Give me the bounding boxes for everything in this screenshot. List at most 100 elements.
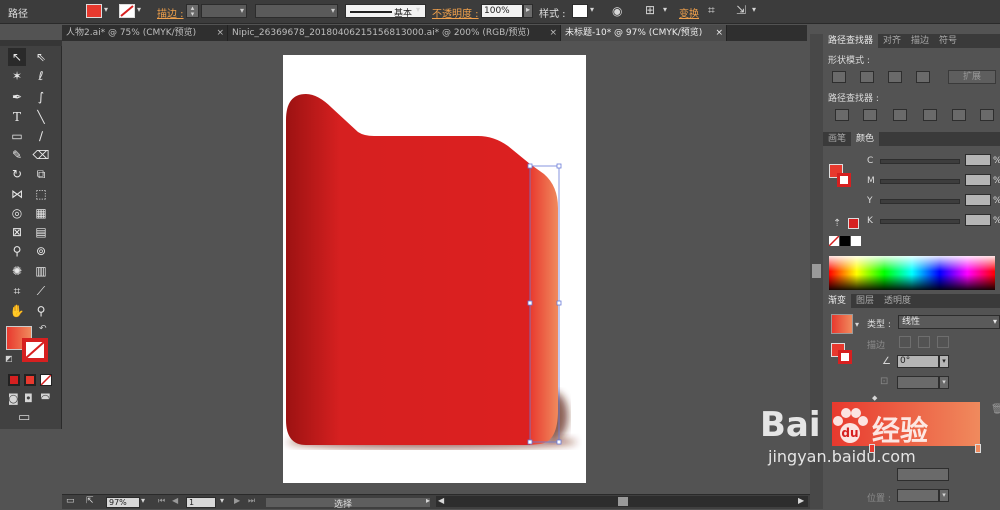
tab-document-3[interactable]: 未标题-10* @ 97% (CMYK/预览) ×	[561, 25, 727, 41]
channel-k-value[interactable]	[965, 214, 991, 226]
paintbrush-tool-icon[interactable]: ∕	[32, 127, 50, 145]
scroll-left-icon[interactable]: ◀	[438, 496, 444, 505]
shape-builder-tool-icon[interactable]: ◎	[8, 204, 26, 222]
direct-selection-tool-icon[interactable]: ⇖	[32, 48, 50, 66]
slice-tool-icon[interactable]: ⟋	[32, 282, 50, 300]
minus-front-button[interactable]	[860, 71, 874, 83]
stroke-along-icon[interactable]	[918, 336, 930, 348]
scrollbar-thumb[interactable]	[812, 264, 821, 278]
tab-color[interactable]: 颜色	[851, 132, 880, 146]
white-swatch[interactable]	[851, 236, 861, 246]
gradient-type-dropdown[interactable]: 线性 ▾	[898, 315, 1000, 329]
tab-stroke[interactable]: 描边	[906, 36, 934, 46]
blend-tool-icon[interactable]: ⊚	[32, 242, 50, 260]
tab-symbols[interactable]: 符号	[934, 36, 962, 46]
stroke-weight-label[interactable]: 描边 :	[157, 5, 184, 20]
chevron-down-icon[interactable]: ▾	[416, 5, 420, 14]
location-input[interactable]	[897, 489, 939, 502]
channel-y-value[interactable]	[965, 194, 991, 206]
stroke-across-icon[interactable]	[937, 336, 949, 348]
toolbox-grip[interactable]	[0, 40, 62, 46]
chevron-down-icon[interactable]: ▾	[590, 5, 594, 14]
scrollbar-thumb[interactable]	[618, 497, 628, 506]
eyedropper-tool-icon[interactable]: ⚲	[8, 242, 26, 260]
graphic-style-swatch[interactable]	[572, 4, 588, 18]
type-tool-icon[interactable]: T	[8, 108, 26, 126]
share-icon[interactable]: ⇱	[86, 496, 94, 506]
stroke-swatch[interactable]	[119, 4, 135, 18]
brush-style-dropdown[interactable]: 基本	[345, 4, 426, 19]
symbol-sprayer-tool-icon[interactable]: ✺	[8, 262, 26, 280]
pencil-tool-icon[interactable]: ✎	[8, 146, 26, 164]
free-transform-tool-icon[interactable]: ⬚	[32, 185, 50, 203]
default-colors-icon[interactable]: ◩	[5, 354, 13, 363]
variable-width-dropdown[interactable]: ▾	[255, 4, 338, 18]
scale-tool-icon[interactable]: ⧉	[32, 165, 50, 183]
exclude-button[interactable]	[916, 71, 930, 83]
trim-button[interactable]	[863, 109, 877, 121]
chevron-down-icon[interactable]: ▾	[939, 489, 949, 502]
fill-swatch[interactable]	[86, 4, 102, 18]
minus-back-button[interactable]	[980, 109, 994, 121]
gamut-swatch[interactable]	[848, 218, 859, 229]
column-graph-tool-icon[interactable]: ▥	[32, 262, 50, 280]
tab-transparency[interactable]: 透明度	[879, 296, 916, 306]
crop-button[interactable]	[923, 109, 937, 121]
curvature-tool-icon[interactable]: ∫	[32, 88, 50, 106]
transform-link[interactable]: 变换	[679, 5, 699, 20]
tab-brushes[interactable]: 画笔	[823, 134, 851, 144]
draw-inside-icon[interactable]: ◚	[40, 392, 51, 405]
divide-button[interactable]	[835, 109, 849, 121]
align-grid-icon[interactable]: ⊞	[645, 3, 655, 17]
next-page-icon[interactable]: ▶	[234, 496, 240, 505]
perspective-grid-tool-icon[interactable]: ▦	[32, 204, 50, 222]
chevron-down-icon[interactable]: ▾	[939, 355, 949, 368]
tab-layers[interactable]: 图层	[851, 296, 879, 306]
channel-c-slider[interactable]	[880, 159, 960, 164]
mesh-tool-icon[interactable]: ⊠	[8, 223, 26, 241]
channel-y-slider[interactable]	[880, 199, 960, 204]
gradient-stroke-swatch[interactable]	[838, 350, 852, 364]
draw-normal-icon[interactable]: ◙	[8, 392, 19, 405]
stroke-weight-input[interactable]: ▾	[201, 4, 247, 18]
midpoint-diamond-icon[interactable]: ◆	[872, 394, 877, 402]
scroll-right-icon[interactable]: ▶	[798, 496, 804, 505]
horizontal-scrollbar[interactable]: ◀ ▶	[436, 496, 808, 507]
pen-tool-icon[interactable]: ✒	[8, 88, 26, 106]
gradient-opacity-input[interactable]	[897, 468, 949, 481]
outline-button[interactable]	[952, 109, 966, 121]
chevron-down-icon[interactable]: ▾	[104, 5, 108, 14]
artboard-nav-icon[interactable]: ▭	[66, 496, 75, 506]
stroke-stepper[interactable]: ▴ ▾	[186, 4, 199, 18]
gradient-tool-icon[interactable]: ▤	[32, 223, 50, 241]
none-swatch[interactable]	[829, 236, 839, 246]
intersect-button[interactable]	[888, 71, 902, 83]
black-swatch[interactable]	[840, 236, 850, 246]
tab-gradient[interactable]: 渐变	[823, 294, 852, 308]
tab-pathfinder[interactable]: 路径查找器	[823, 34, 879, 48]
close-icon[interactable]: ×	[549, 25, 557, 41]
first-page-icon[interactable]: ⏮	[158, 496, 165, 506]
folder-artwork[interactable]	[282, 90, 582, 450]
rectangle-tool-icon[interactable]: ▭	[8, 127, 26, 145]
prev-page-icon[interactable]: ◀	[172, 496, 178, 505]
channel-m-value[interactable]	[965, 174, 991, 186]
chevron-down-icon[interactable]: ▾	[220, 496, 224, 505]
artboard-tool-icon[interactable]: ⌗	[8, 282, 26, 300]
chevron-down-icon[interactable]: ▾	[663, 5, 667, 14]
last-page-icon[interactable]: ⏭	[248, 496, 255, 506]
stroke-color-swatch[interactable]	[22, 338, 48, 362]
rotate-tool-icon[interactable]: ↻	[8, 165, 26, 183]
opacity-label[interactable]: 不透明度 :	[432, 5, 479, 20]
gradient-mode-icon[interactable]	[24, 374, 36, 386]
none-mode-icon[interactable]	[40, 374, 52, 386]
line-tool-icon[interactable]: ╲	[32, 108, 50, 126]
zoom-input[interactable]: 97%	[106, 497, 140, 508]
tab-document-2[interactable]: Nipic_26369678_20180406215156813000.ai* …	[228, 25, 561, 41]
gradient-preview-swatch[interactable]	[831, 314, 853, 334]
chevron-down-icon[interactable]: ▾	[141, 496, 145, 505]
isolate-icon[interactable]: ⌗	[708, 3, 715, 18]
width-tool-icon[interactable]: ⋈	[8, 185, 26, 203]
channel-m-slider[interactable]	[880, 179, 960, 184]
channel-k-slider[interactable]	[880, 219, 960, 224]
